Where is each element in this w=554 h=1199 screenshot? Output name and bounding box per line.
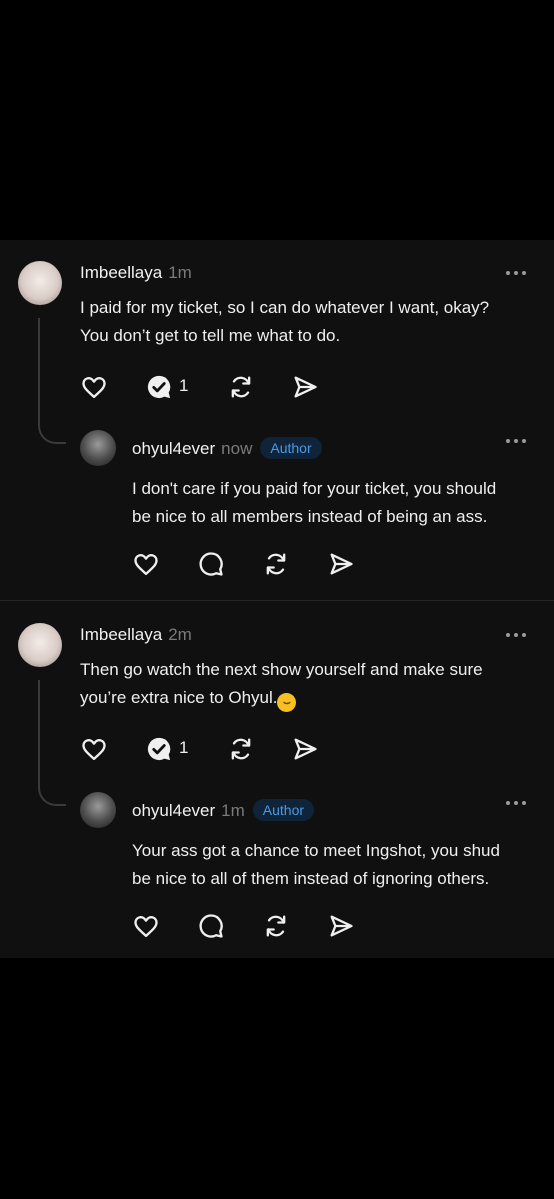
author-name[interactable]: Imbeellaya xyxy=(80,263,162,282)
author-badge: Author xyxy=(260,437,322,459)
replied-comment-icon[interactable] xyxy=(145,735,173,763)
share-send-icon[interactable] xyxy=(291,735,319,763)
comment-icon[interactable] xyxy=(197,912,225,940)
comment-icon[interactable] xyxy=(197,550,225,578)
laughing-emoji-icon: ⌣ xyxy=(277,693,297,712)
repost-icon[interactable] xyxy=(227,373,255,401)
reply-time: now xyxy=(221,439,253,458)
comment-author[interactable]: Imbeellaya 2m xyxy=(80,625,192,645)
reply-count: 1 xyxy=(179,376,189,395)
comment-time: 1m xyxy=(168,263,192,282)
thread-connector xyxy=(38,318,66,444)
share-send-icon[interactable] xyxy=(327,550,355,578)
like-heart-icon[interactable] xyxy=(132,550,160,578)
avatar[interactable] xyxy=(18,623,62,667)
reply-count: 1 xyxy=(179,738,189,757)
comment-time: 2m xyxy=(168,625,192,644)
author-badge: Author xyxy=(252,799,315,821)
comment-text: Then go watch the next show yourself and… xyxy=(80,656,540,712)
comment-author[interactable]: Imbeellaya 1m xyxy=(80,263,192,283)
reply-author[interactable]: ohyul4ever 1m Author xyxy=(132,799,315,821)
author-name[interactable]: ohyul4ever xyxy=(132,801,215,820)
like-heart-icon[interactable] xyxy=(80,373,108,401)
repost-icon[interactable] xyxy=(262,550,290,578)
replied-comment-icon[interactable] xyxy=(145,373,173,401)
repost-icon[interactable] xyxy=(227,735,255,763)
author-name[interactable]: ohyul4ever xyxy=(132,439,215,458)
more-options-icon[interactable] xyxy=(506,633,528,639)
thread-connector xyxy=(38,680,66,806)
like-heart-icon[interactable] xyxy=(132,912,160,940)
reply-text: I don't care if you paid for your ticket… xyxy=(132,479,497,526)
more-options-icon[interactable] xyxy=(506,439,528,445)
comment-divider xyxy=(0,600,554,601)
comment-text: I paid for my ticket, so I can do whatev… xyxy=(80,298,490,345)
like-heart-icon[interactable] xyxy=(80,735,108,763)
reply-avatar[interactable] xyxy=(80,792,116,828)
repost-icon[interactable] xyxy=(262,912,290,940)
reply-time: 1m xyxy=(221,801,245,820)
share-send-icon[interactable] xyxy=(327,912,355,940)
more-options-icon[interactable] xyxy=(506,271,528,277)
reply-avatar[interactable] xyxy=(80,430,116,466)
reply-text: Your ass got a chance to meet Ingshot, y… xyxy=(132,841,500,888)
reply-author[interactable]: ohyul4ever now Author xyxy=(132,437,322,459)
author-name[interactable]: Imbeellaya xyxy=(80,625,162,644)
share-send-icon[interactable] xyxy=(291,373,319,401)
more-options-icon[interactable] xyxy=(506,801,528,807)
avatar[interactable] xyxy=(18,261,62,305)
